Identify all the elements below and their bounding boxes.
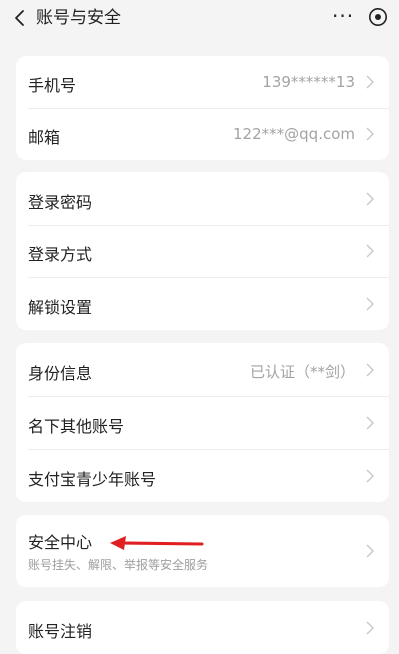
chevron-right-icon xyxy=(366,469,374,483)
more-icon[interactable]: ··· xyxy=(332,4,354,28)
account-cancel-card: 账号注销 xyxy=(16,601,389,654)
identity-info-row[interactable]: 身份信息 已认证（**剑） xyxy=(16,343,389,396)
phone-label: 手机号 xyxy=(28,76,77,95)
unlock-settings-row[interactable]: 解锁设置 xyxy=(16,277,389,330)
login-method-label: 登录方式 xyxy=(28,245,93,264)
other-accounts-label: 名下其他账号 xyxy=(28,417,125,436)
chevron-right-icon xyxy=(366,192,374,206)
chevron-right-icon xyxy=(366,244,374,258)
chevron-right-icon xyxy=(366,544,374,558)
back-icon[interactable] xyxy=(12,9,30,27)
chevron-right-icon xyxy=(366,621,374,635)
chevron-right-icon xyxy=(366,416,374,430)
email-row[interactable]: 邮箱 122***@qq.com xyxy=(16,108,389,160)
identity-info-label: 身份信息 xyxy=(28,364,93,383)
page-title: 账号与安全 xyxy=(36,8,121,28)
identity-info-value: 已认证（**剑） xyxy=(249,363,355,381)
unlock-settings-label: 解锁设置 xyxy=(28,298,93,317)
email-value: 122***@qq.com xyxy=(233,125,355,143)
phone-row[interactable]: 手机号 139******13 xyxy=(16,56,389,108)
security-center-subtitle: 账号挂失、解限、举报等安全服务 xyxy=(28,558,209,572)
login-password-row[interactable]: 登录密码 xyxy=(16,172,389,225)
email-label: 邮箱 xyxy=(28,128,61,147)
security-center-label: 安全中心 xyxy=(28,533,93,552)
nav-bar: 账号与安全 ··· xyxy=(0,0,399,46)
chevron-right-icon xyxy=(366,363,374,377)
chevron-right-icon xyxy=(366,297,374,311)
login-method-row[interactable]: 登录方式 xyxy=(16,225,389,277)
login-card: 登录密码 登录方式 解锁设置 xyxy=(16,172,389,330)
login-password-label: 登录密码 xyxy=(28,193,93,212)
target-icon[interactable] xyxy=(368,7,388,27)
chevron-right-icon xyxy=(366,75,374,89)
youth-account-label: 支付宝青少年账号 xyxy=(28,470,157,489)
account-cancel-label: 账号注销 xyxy=(28,622,93,641)
other-accounts-row[interactable]: 名下其他账号 xyxy=(16,396,389,449)
contact-card: 手机号 139******13 邮箱 122***@qq.com xyxy=(16,56,389,160)
annotation-arrow-icon xyxy=(110,536,204,550)
phone-value: 139******13 xyxy=(262,73,355,91)
account-cancel-row[interactable]: 账号注销 xyxy=(16,601,389,654)
chevron-right-icon xyxy=(366,127,374,141)
identity-card: 身份信息 已认证（**剑） 名下其他账号 支付宝青少年账号 xyxy=(16,343,389,502)
youth-account-row[interactable]: 支付宝青少年账号 xyxy=(16,449,389,502)
